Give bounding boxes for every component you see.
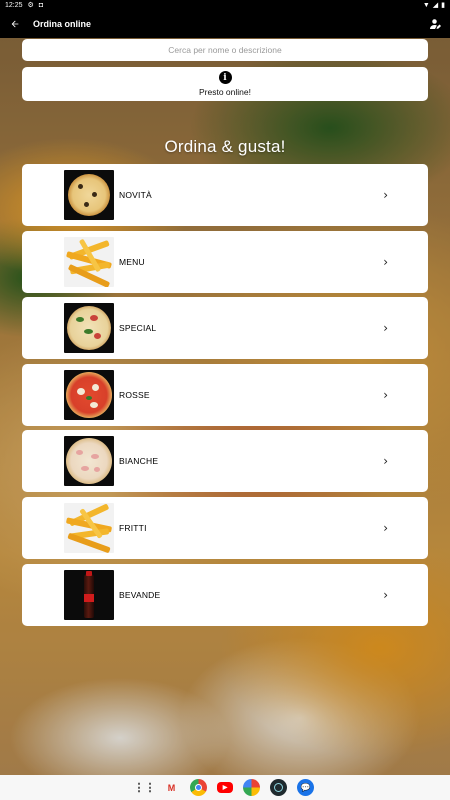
photos-icon[interactable] bbox=[243, 779, 260, 796]
arrow-back-icon bbox=[11, 20, 19, 28]
wifi-icon: ▼ bbox=[422, 1, 430, 9]
taskbar: ⋮⋮ M ▶ 💬 bbox=[0, 775, 450, 800]
chevron-right-icon: › bbox=[383, 188, 388, 202]
signal-icon: ◢ bbox=[432, 2, 439, 9]
fries-thumbnail bbox=[64, 502, 114, 553]
chrome-icon[interactable] bbox=[190, 779, 207, 796]
pizza-thumbnail bbox=[64, 369, 114, 420]
camera-app-icon[interactable] bbox=[270, 779, 287, 796]
category-item-menu[interactable]: MENU › bbox=[22, 230, 428, 293]
headline: Ordina & gusta! bbox=[164, 137, 286, 156]
pizza-thumbnail bbox=[64, 170, 114, 220]
chevron-right-icon: › bbox=[383, 587, 388, 602]
pizza-thumbnail bbox=[64, 436, 114, 487]
chevron-right-icon: › bbox=[383, 254, 388, 269]
category-list: NOVITÀ › MENU › SPECIAL › ROSSE › BIANCH… bbox=[22, 164, 428, 630]
chevron-right-icon: › bbox=[383, 520, 388, 535]
category-label: BIANCHE bbox=[119, 456, 159, 467]
category-item-rosse[interactable]: ROSSE › bbox=[22, 363, 428, 426]
category-label: NOVITÀ bbox=[119, 190, 152, 200]
category-item-novita[interactable]: NOVITÀ › bbox=[22, 164, 428, 226]
category-label: BEVANDE bbox=[119, 589, 161, 600]
chevron-right-icon: › bbox=[383, 454, 388, 469]
gmail-icon[interactable]: M bbox=[163, 779, 180, 796]
notice-card: i Presto online! bbox=[22, 67, 428, 101]
user-button[interactable] bbox=[420, 10, 450, 38]
settings-gear-icon: ⚙ bbox=[27, 2, 34, 9]
messages-icon[interactable]: 💬 bbox=[297, 779, 314, 796]
category-item-bevande[interactable]: BEVANDE › bbox=[22, 563, 428, 626]
category-item-bianche[interactable]: BIANCHE › bbox=[22, 430, 428, 493]
notice-text: Presto online! bbox=[199, 87, 251, 97]
app-notification-icon: ◘ bbox=[38, 1, 44, 9]
search-input[interactable]: Cerca per nome o descrizione bbox=[22, 39, 428, 61]
app-bar: Ordina online bbox=[0, 10, 450, 38]
app-drawer-icon[interactable]: ⋮⋮ bbox=[134, 779, 156, 796]
cola-bottle-icon bbox=[84, 570, 94, 618]
user-icon bbox=[430, 19, 441, 29]
youtube-icon[interactable]: ▶ bbox=[217, 782, 233, 793]
status-bar: 12:25 ⚙ ◘ ▼ ◢ ▮ bbox=[0, 0, 450, 10]
fries-thumbnail bbox=[64, 236, 114, 287]
category-label: SPECIAL bbox=[119, 323, 157, 334]
category-item-special[interactable]: SPECIAL › bbox=[22, 297, 428, 360]
category-item-fritti[interactable]: FRITTI › bbox=[22, 496, 428, 559]
chevron-right-icon: › bbox=[383, 321, 388, 336]
back-button[interactable] bbox=[0, 10, 30, 38]
pizza-thumbnail bbox=[64, 303, 114, 354]
battery-icon: ▮ bbox=[441, 2, 445, 9]
chevron-right-icon: › bbox=[383, 387, 388, 402]
page-title: Ordina online bbox=[33, 19, 92, 29]
bottle-thumbnail bbox=[64, 569, 114, 620]
category-label: ROSSE bbox=[119, 389, 150, 400]
search-placeholder: Cerca per nome o descrizione bbox=[168, 45, 282, 55]
category-label: MENU bbox=[119, 256, 145, 267]
info-icon: i bbox=[218, 71, 232, 84]
category-label: FRITTI bbox=[119, 522, 147, 533]
status-time: 12:25 bbox=[5, 1, 23, 9]
